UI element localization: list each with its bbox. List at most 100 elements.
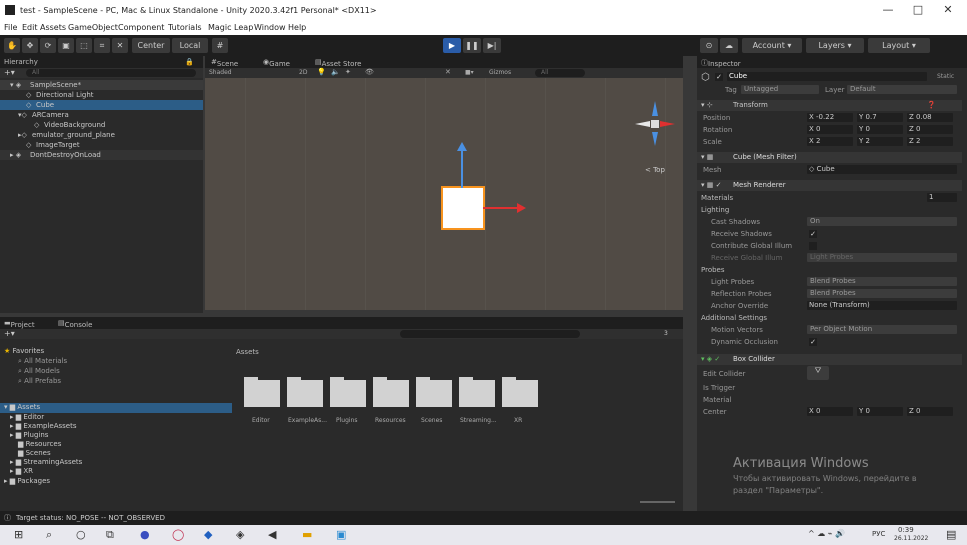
hierarchy-scene-row[interactable]: ▸ ◈ DontDestroyOnLoad <box>0 150 203 160</box>
folder-icon[interactable] <box>287 377 323 407</box>
folder-icon[interactable] <box>330 377 366 407</box>
menu-component[interactable]: Component <box>118 23 164 32</box>
tools-icon[interactable]: ✕ <box>445 68 451 76</box>
center-y-field[interactable]: Y 0 <box>857 407 903 416</box>
hierarchy-scene-row[interactable]: ▾ ◈ SampleScene* <box>0 80 203 90</box>
tag-dropdown[interactable]: Untagged <box>741 85 819 94</box>
opera-icon[interactable]: ◯ <box>172 528 184 541</box>
asset-tree-item[interactable]: ▸ ▆ ExampleAssets <box>10 422 77 430</box>
scale-z-field[interactable]: Z 2 <box>907 137 953 146</box>
mesh-filter-header[interactable]: ▾ ▦ Cube (Mesh Filter) <box>697 152 962 163</box>
center-z-field[interactable]: Z 0 <box>907 407 953 416</box>
favorite-item[interactable]: ⌕ All Models <box>18 367 60 376</box>
probes-foldout[interactable]: Probes <box>701 266 725 274</box>
pause-button[interactable]: ❚❚ <box>463 38 481 53</box>
menu-tutorials[interactable]: Tutorials <box>168 23 202 32</box>
status-message[interactable]: Target status: NO_POSE -- NOT_OBSERVED <box>16 514 165 522</box>
minimize-button[interactable]: — <box>875 3 901 19</box>
clock-time[interactable]: 0:39 <box>898 526 914 534</box>
materials-count-field[interactable]: 1 <box>927 193 957 202</box>
scale-x-field[interactable]: X 2 <box>807 137 853 146</box>
step-button[interactable]: ▶| <box>483 38 501 53</box>
asset-tree-item[interactable]: ▸ ▆ Plugins <box>10 431 48 439</box>
rotate-tool-icon[interactable]: ⟳ <box>40 38 56 53</box>
transform-header[interactable]: ▾ ⊹ Transform ❓ <box>697 100 962 111</box>
position-x-field[interactable]: X -0.22 <box>807 113 853 122</box>
orientation-gizmo[interactable] <box>630 96 680 156</box>
cube-gameobject[interactable] <box>441 186 485 230</box>
hierarchy-item[interactable]: ◇ VideoBackground <box>0 120 203 130</box>
search-icon[interactable]: ⌕ <box>46 528 52 542</box>
mesh-renderer-header[interactable]: ▾ ▦ ✓ Mesh Renderer <box>697 180 962 191</box>
collab-icon[interactable]: ⊙ <box>700 38 718 53</box>
scale-y-field[interactable]: Y 2 <box>857 137 903 146</box>
reflection-probes-dropdown[interactable]: Blend Probes <box>807 289 957 298</box>
close-button[interactable]: ✕ <box>935 3 961 19</box>
notifications-icon[interactable]: ▤ <box>946 528 956 541</box>
move-gizmo-y-axis[interactable] <box>461 148 463 188</box>
maximize-button[interactable]: □ <box>905 3 931 19</box>
audio-icon[interactable]: 🔈 <box>331 68 340 76</box>
menu-file[interactable]: File <box>4 23 17 32</box>
move-tool-icon[interactable]: ✥ <box>22 38 38 53</box>
asset-tree-item[interactable]: ▆ Resources <box>18 440 61 448</box>
folder-icon[interactable] <box>502 377 538 407</box>
unity-taskbar-icon[interactable]: ◀ <box>268 528 276 541</box>
file-explorer-icon[interactable]: ▬ <box>302 528 312 541</box>
rotation-z-field[interactable]: Z 0 <box>907 125 953 134</box>
lighting-icon[interactable]: 💡 <box>317 68 326 76</box>
hand-tool-icon[interactable]: ✋ <box>4 38 20 53</box>
menu-edit[interactable]: Edit <box>22 23 38 32</box>
windows-start-icon[interactable]: ⊞ <box>14 528 23 541</box>
center-x-field[interactable]: X 0 <box>807 407 853 416</box>
cast-shadows-dropdown[interactable]: On <box>807 217 957 226</box>
layer-dropdown[interactable]: Default <box>847 85 957 94</box>
project-breadcrumb[interactable]: Assets <box>236 348 259 356</box>
position-z-field[interactable]: Z 0.08 <box>907 113 953 122</box>
scale-tool-icon[interactable]: ▣ <box>58 38 74 53</box>
global-illum-checkbox[interactable] <box>809 242 817 250</box>
favorites-header[interactable]: ★ Favorites <box>4 347 44 355</box>
shading-mode-dropdown[interactable]: Shaded <box>209 69 232 76</box>
menu-assets[interactable]: Assets <box>40 23 66 32</box>
rotation-y-field[interactable]: Y 0 <box>857 125 903 134</box>
box-collider-header[interactable]: ▾ ◈ ✓ Box Collider <box>697 354 962 365</box>
language-indicator[interactable]: РУС <box>872 530 885 538</box>
dynamic-occlusion-checkbox[interactable]: ✓ <box>809 338 817 346</box>
tab-project[interactable]: ▬ Project <box>4 319 35 329</box>
asset-tree-item[interactable]: ▸ ▆ XR <box>10 467 33 475</box>
play-button[interactable]: ▶ <box>443 38 461 53</box>
create-icon[interactable]: +▾ <box>4 329 15 338</box>
motion-vectors-dropdown[interactable]: Per Object Motion <box>807 325 957 334</box>
hierarchy-item[interactable]: ◇ Directional Light <box>0 90 203 100</box>
discord-icon[interactable]: ● <box>140 528 150 541</box>
hierarchy-item[interactable]: ◇ ImageTarget <box>0 140 203 150</box>
scene-viewport[interactable]: < Top <box>205 78 683 310</box>
packages-item[interactable]: ▸ ▆ Packages <box>4 477 50 485</box>
help-icon[interactable]: ❓ <box>927 101 936 109</box>
layout-dropdown[interactable]: Layout ▾ <box>868 38 930 53</box>
task-view-icon[interactable]: ⧉ <box>106 528 114 542</box>
edit-collider-button[interactable]: ⛛ <box>807 366 829 380</box>
hierarchy-item[interactable]: ▸◇ emulator_ground_plane <box>0 130 203 140</box>
hierarchy-item-selected[interactable]: ◇ Cube <box>0 100 203 110</box>
receive-shadows-checkbox[interactable]: ✓ <box>809 230 817 238</box>
snap-icon[interactable]: # <box>212 38 228 53</box>
menu-window[interactable]: Window <box>254 23 286 32</box>
tab-scene[interactable]: # Scene <box>211 58 238 68</box>
folder-icon[interactable] <box>244 377 280 407</box>
cloud-icon[interactable]: ☁ <box>720 38 738 53</box>
effects-icon[interactable]: ✦ <box>345 68 351 76</box>
anchor-override-field[interactable]: None (Transform) <box>807 301 957 310</box>
hierarchy-search-input[interactable]: All <box>26 69 196 77</box>
space-toggle[interactable]: Local <box>172 38 208 53</box>
asset-tree-item[interactable]: ▸ ▆ Editor <box>10 413 44 421</box>
pivot-toggle[interactable]: Center <box>132 38 170 53</box>
2d-toggle[interactable]: 2D <box>299 69 307 76</box>
hierarchy-tab[interactable]: Hierarchy <box>4 58 38 66</box>
mesh-field[interactable]: ◇ Cube <box>807 165 957 174</box>
layers-dropdown[interactable]: Layers ▾ <box>806 38 864 53</box>
tab-game[interactable]: ◉ Game <box>263 58 290 68</box>
light-probes-dropdown[interactable]: Blend Probes <box>807 277 957 286</box>
tab-inspector[interactable]: ⓘ Inspector <box>701 58 741 68</box>
